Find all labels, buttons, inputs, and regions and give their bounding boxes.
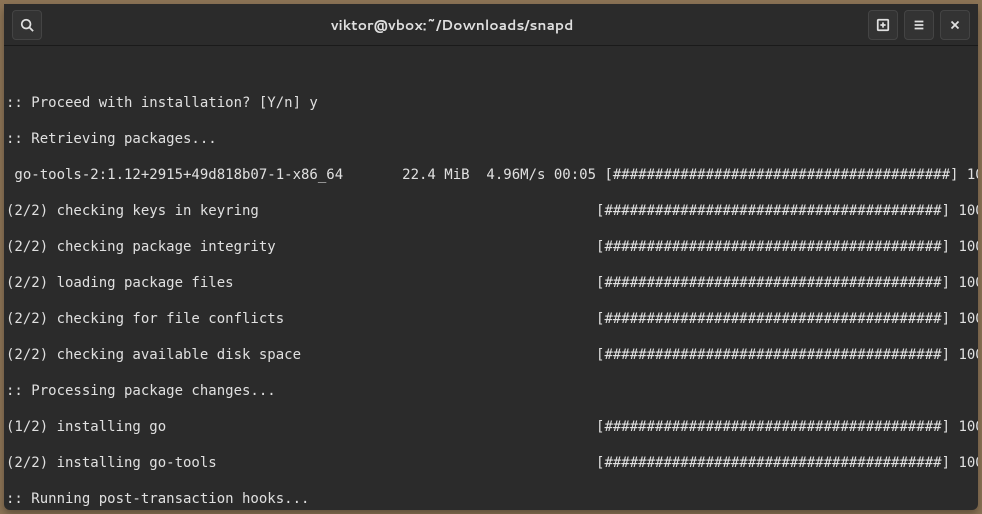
terminal-window: viktor@vbox:~/Downloads/snapd :: Proceed… [4,4,978,510]
close-icon [948,18,962,32]
output-line: (2/2) checking for file conflicts [#####… [6,310,976,328]
output-line: (2/2) checking package integrity [######… [6,238,976,256]
output-line: go-tools-2:1.12+2915+49d818b07-1-x86_64 … [6,166,976,184]
output-line: :: Running post-transaction hooks... [6,490,976,508]
window-title: viktor@vbox:~/Downloads/snapd [42,15,862,35]
new-tab-button[interactable] [868,10,898,40]
menu-button[interactable] [904,10,934,40]
output-line: (2/2) loading package files [###########… [6,274,976,292]
output-line: :: Processing package changes... [6,382,976,400]
titlebar: viktor@vbox:~/Downloads/snapd [4,4,978,46]
output-line: (2/2) checking available disk space [###… [6,346,976,364]
new-tab-icon [876,18,890,32]
search-button[interactable] [12,10,42,40]
close-button[interactable] [940,10,970,40]
hamburger-icon [912,18,926,32]
terminal-output[interactable]: :: Proceed with installation? [Y/n] y ::… [4,46,978,510]
output-line: :: Proceed with installation? [Y/n] y [6,94,976,112]
output-line: (1/2) installing go [###################… [6,418,976,436]
output-line: :: Retrieving packages... [6,130,976,148]
search-icon [20,18,34,32]
output-line: (2/2) checking keys in keyring [########… [6,202,976,220]
output-line: (2/2) installing go-tools [#############… [6,454,976,472]
